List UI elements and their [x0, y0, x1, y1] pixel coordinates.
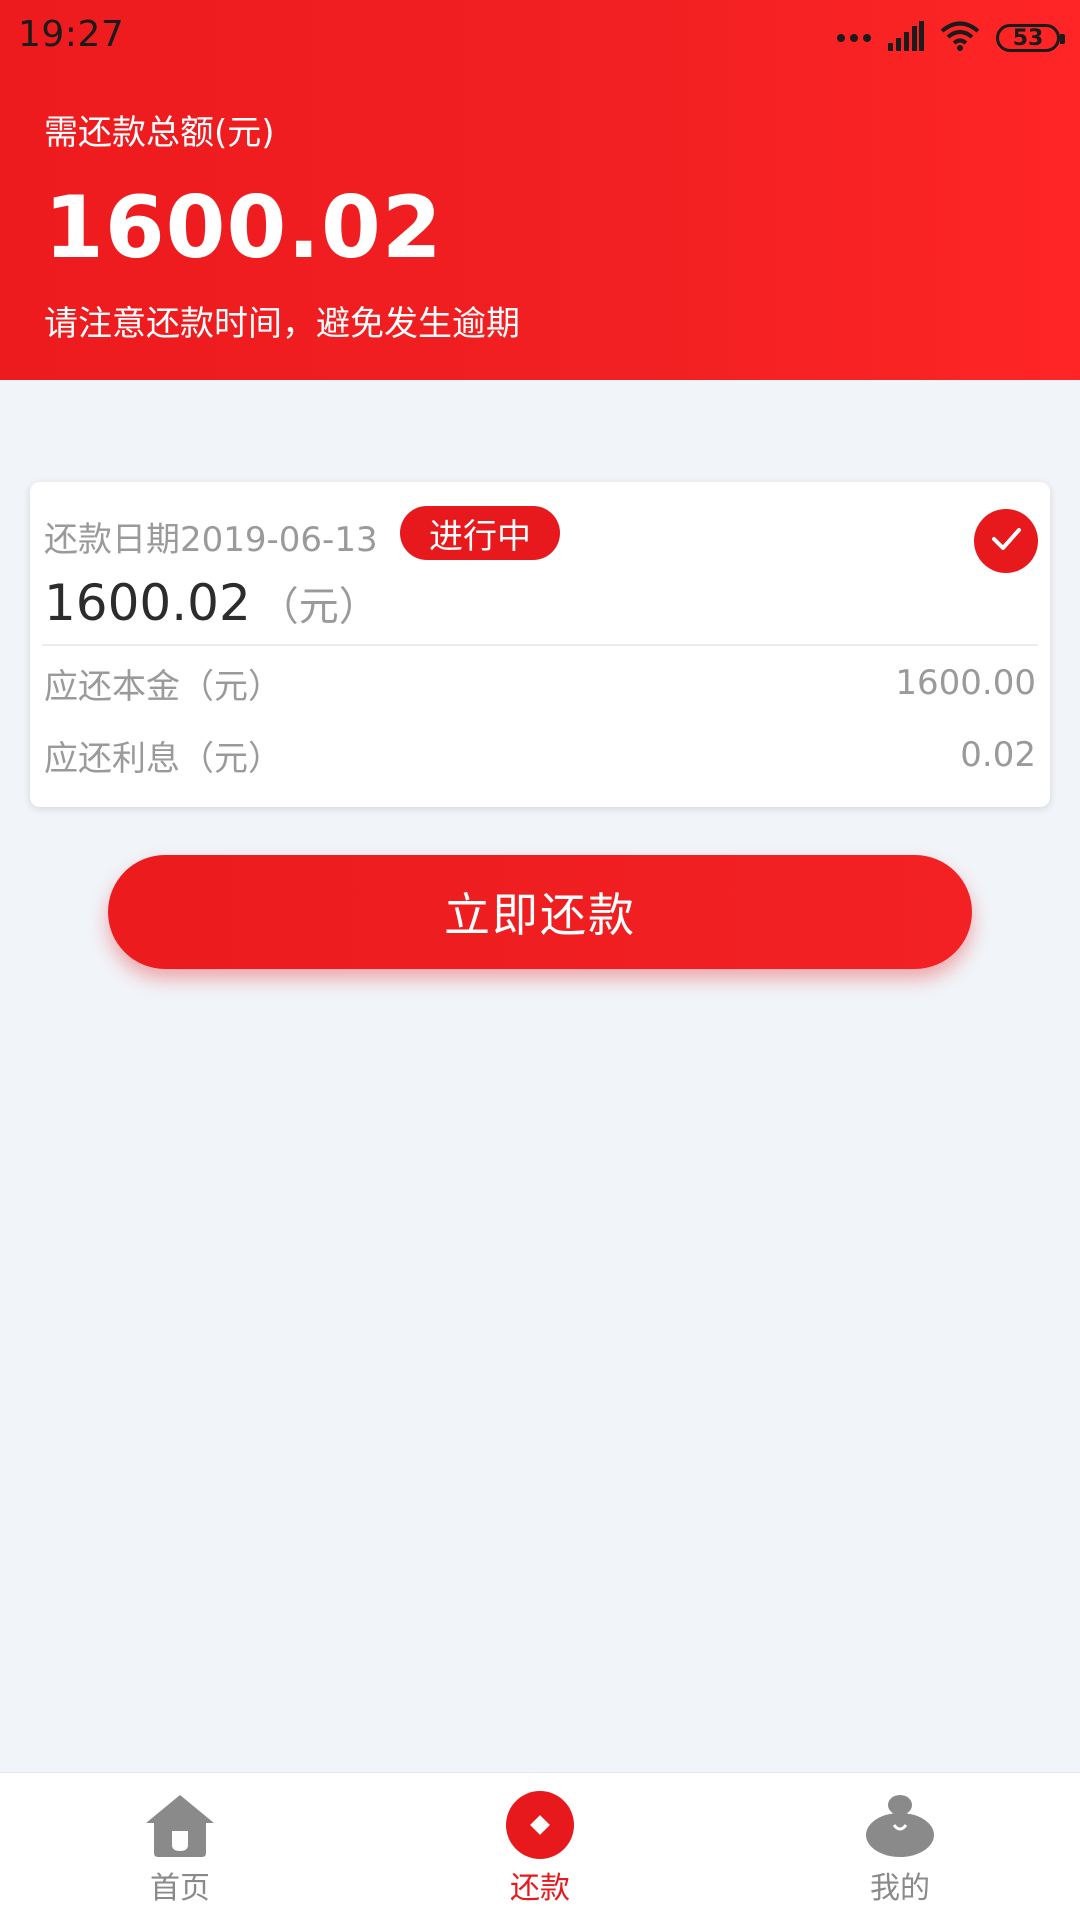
card-divider — [42, 644, 1038, 646]
principal-value: 1600.00 — [895, 663, 1036, 703]
due-reminder-text: 请注意还款时间，避免发生逾期 — [44, 304, 520, 344]
nav-item-home[interactable]: 首页 — [90, 1789, 270, 1909]
nav-label-mine: 我的 — [870, 1871, 930, 1906]
interest-label: 应还利息（元） — [44, 738, 282, 779]
total-due-amount: 1600.02 — [44, 178, 443, 278]
signal-icon — [888, 21, 924, 55]
status-bar: 19:27 53 — [0, 0, 1080, 76]
nav-item-mine[interactable]: 我的 — [810, 1789, 990, 1909]
repayment-date: 还款日期2019-06-13 — [44, 520, 378, 560]
wifi-icon — [940, 20, 980, 56]
card-amount-unit: （元） — [258, 584, 379, 630]
card-amount-value: 1600.02 — [44, 574, 251, 632]
home-icon — [144, 1789, 216, 1861]
repay-now-button[interactable]: 立即还款 — [108, 855, 972, 969]
interest-value: 0.02 — [960, 735, 1036, 775]
status-icons: 53 — [836, 18, 1065, 58]
card-amount: 1600.02 （元） — [44, 574, 379, 632]
nav-label-home: 首页 — [150, 1871, 210, 1906]
header: 19:27 53 需还款总额(元) 1600.02 请注意还款时间，避免发生逾期 — [0, 0, 1080, 380]
nav-label-repay: 还款 — [510, 1871, 570, 1906]
mine-icon — [864, 1789, 936, 1861]
battery-indicator: 53 — [996, 24, 1065, 52]
select-checkbox[interactable] — [974, 509, 1038, 573]
battery-level: 53 — [1012, 25, 1044, 51]
principal-row: 应还本金（元） 1600.00 — [44, 658, 1036, 708]
interest-row: 应还利息（元） 0.02 — [44, 730, 1036, 780]
repayment-card[interactable]: 还款日期2019-06-13 进行中 1600.02 （元） 应还本金（元） 16… — [30, 482, 1050, 807]
total-due-label: 需还款总额(元) — [44, 113, 275, 153]
principal-label: 应还本金（元） — [44, 666, 282, 707]
nav-item-repay[interactable]: 还款 — [450, 1789, 630, 1909]
repay-icon — [504, 1789, 576, 1861]
status-time: 19:27 — [18, 14, 125, 55]
more-dots-icon — [836, 29, 872, 48]
bottom-nav: 首页 还款 我的 — [0, 1772, 1080, 1920]
status-badge: 进行中 — [400, 506, 560, 560]
check-icon — [988, 521, 1024, 561]
